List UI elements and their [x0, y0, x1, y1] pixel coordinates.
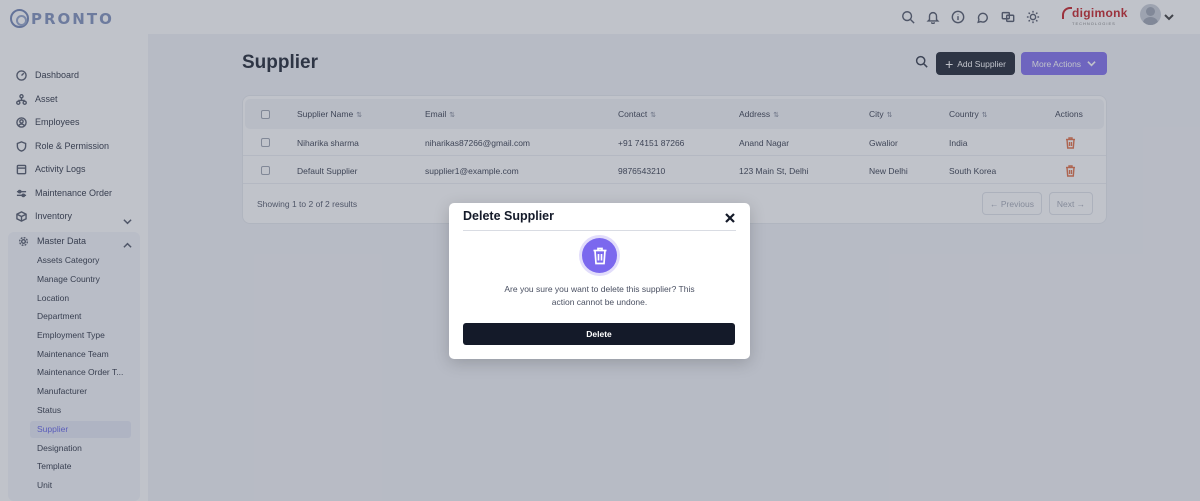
trash-icon	[582, 238, 617, 273]
dialog-title: Delete Supplier	[463, 209, 554, 223]
close-icon[interactable]	[725, 210, 737, 223]
dialog-message-line: action cannot be undone.	[551, 297, 648, 307]
confirm-delete-button[interactable]: Delete	[463, 323, 735, 345]
dialog-divider	[463, 230, 736, 231]
delete-supplier-dialog: Delete Supplier Are you sure you want to…	[449, 203, 750, 359]
dialog-message: Are you sure you want to delete this sup…	[489, 283, 710, 309]
dialog-message-line: Are you sure you want to delete this sup…	[504, 284, 695, 294]
